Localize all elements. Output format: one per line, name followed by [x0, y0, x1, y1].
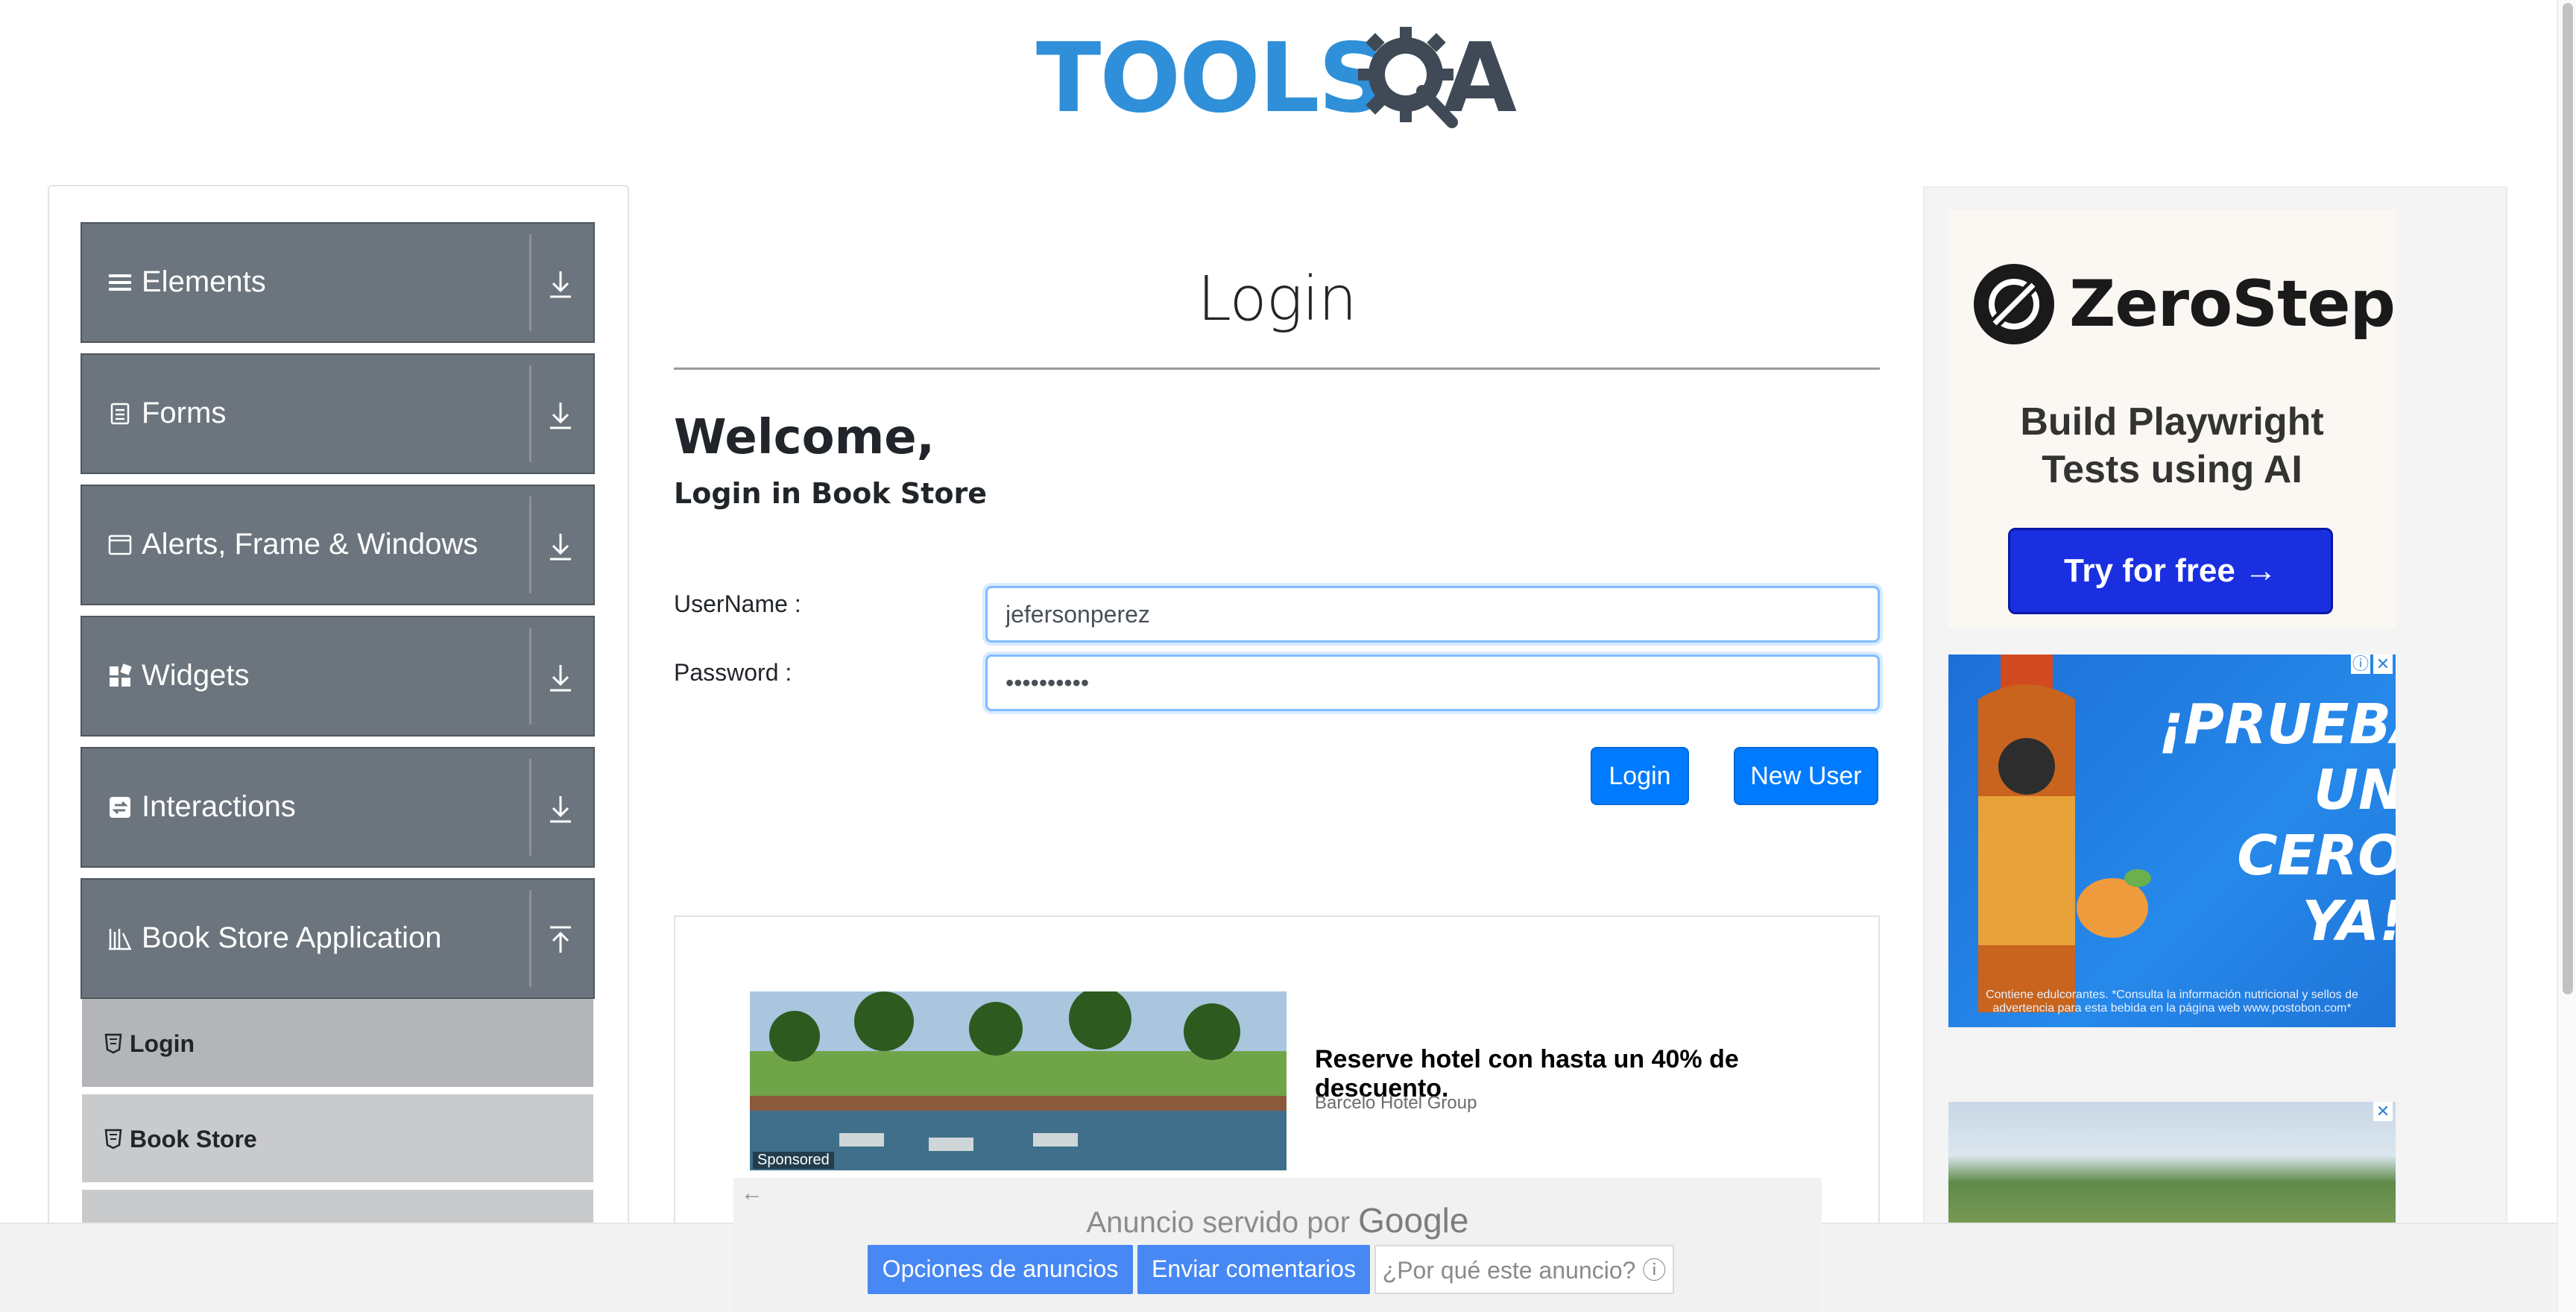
sidebar-group-widgets[interactable]: Widgets	[80, 616, 595, 737]
download-arrow-icon[interactable]	[546, 529, 575, 564]
divider	[529, 234, 531, 331]
login-subtitle: Login in Book Store	[674, 477, 987, 510]
right-ad-column: ZeroStep Build Playwright Tests using AI…	[1923, 186, 2507, 1305]
username-input[interactable]	[985, 586, 1880, 643]
interactions-icon	[110, 797, 130, 818]
login-button[interactable]: Login	[1591, 747, 1689, 805]
page-title: Login	[1197, 264, 1357, 335]
upload-arrow-icon[interactable]	[546, 923, 575, 957]
zerostep-tagline: Build Playwright Tests using AI	[2020, 400, 2324, 491]
title-divider	[674, 368, 1880, 370]
download-arrow-icon[interactable]	[546, 267, 575, 301]
password-input[interactable]	[985, 655, 1880, 711]
books-icon	[109, 929, 131, 950]
sidebar-item-label: Login	[130, 1030, 195, 1057]
new-user-button[interactable]: New User	[1734, 747, 1878, 805]
tea-ad-disclaimer: Contiene edulcorantes. *Consulta la info…	[1986, 988, 2358, 1015]
toolsqa-logo[interactable]: TOOLS A	[1036, 19, 1528, 139]
sidebar-group-label: Elements	[142, 265, 266, 298]
ad-served-by: Anuncio servido por Google	[1086, 1201, 1469, 1240]
try-for-free-button[interactable]: Try for free →	[2008, 528, 2333, 614]
tea-ad-headline: ¡PRUEBA UN CERO YA!	[2159, 693, 2396, 953]
document-icon	[110, 403, 130, 425]
download-arrow-icon[interactable]	[546, 792, 575, 826]
google-brand: Google	[1358, 1201, 1469, 1240]
widgets-icon	[110, 663, 132, 687]
divider	[529, 496, 531, 593]
sidebar-group-book-store-application[interactable]: Book Store Application	[80, 878, 595, 999]
sidebar-group-label: Book Store Application	[142, 921, 442, 954]
sidebar-group-alerts-frame-windows[interactable]: Alerts, Frame & Windows	[80, 485, 595, 605]
sidebar-group-label: Forms	[142, 397, 227, 429]
scrollbar-thumb[interactable]	[2563, 3, 2573, 994]
sidebar-item-login[interactable]: Login	[82, 999, 593, 1090]
zerostep-logo-icon	[1974, 264, 2054, 344]
sidebar-item-book-store[interactable]: Book Store	[82, 1094, 593, 1185]
welcome-heading: Welcome,	[674, 410, 935, 465]
html5-icon	[104, 1129, 122, 1149]
close-icon[interactable]: ✕	[2373, 1102, 2393, 1121]
hotel-pool-image[interactable]: Sponsored	[750, 991, 1287, 1170]
hamburger-icon	[109, 274, 131, 291]
divider	[529, 759, 531, 856]
left-sidebar: Elements Forms Alerts, Frame & Windows W…	[48, 185, 629, 1303]
download-arrow-icon[interactable]	[546, 398, 575, 432]
sidebar-group-label: Widgets	[142, 659, 250, 692]
divider	[529, 628, 531, 725]
sidebar-group-interactions[interactable]: Interactions	[80, 747, 595, 868]
divider	[529, 365, 531, 462]
ad-options-button[interactable]: Opciones de anuncios	[868, 1245, 1133, 1294]
download-arrow-icon[interactable]	[546, 660, 575, 695]
mr-tea-ad[interactable]: ¡PRUEBA UN CERO YA! Contiene edulcorante…	[1948, 655, 2396, 1027]
sidebar-group-forms[interactable]: Forms	[80, 353, 595, 474]
page-scrollbar[interactable]	[2557, 0, 2576, 1312]
hotel-pool-illustration	[750, 991, 1287, 1170]
zerostep-brand: ZeroStep	[2069, 267, 2396, 341]
html5-icon	[104, 1033, 122, 1054]
window-icon	[108, 534, 132, 555]
sidebar-group-label: Alerts, Frame & Windows	[142, 528, 479, 561]
divider	[529, 890, 531, 987]
password-label: Password :	[674, 659, 792, 686]
sidebar-group-label: Interactions	[142, 790, 296, 823]
sidebar-item-label: Book Store	[130, 1126, 257, 1152]
sidebar-group-elements[interactable]: Elements	[80, 222, 595, 343]
send-feedback-button[interactable]: Enviar comentarios	[1137, 1245, 1370, 1294]
google-ad-feedback-bar: ← Anuncio servido por Google Opciones de…	[733, 1178, 1822, 1312]
logo-letter-a: A	[1443, 23, 1518, 134]
why-this-ad-button[interactable]: ¿Por qué este anuncio? ⓘ	[1374, 1245, 1674, 1294]
sponsored-badge: Sponsored	[753, 1152, 834, 1169]
logo-text: TOOLS	[1036, 23, 1387, 134]
adchoices-icon[interactable]: ⓘ	[2351, 655, 2370, 674]
close-icon[interactable]: ✕	[2373, 655, 2393, 674]
ad-advertiser: Barcelo Hotel Group	[1315, 1093, 1477, 1113]
zerostep-ad[interactable]: ZeroStep Build Playwright Tests using AI…	[1948, 210, 2396, 628]
username-label: UserName :	[674, 590, 801, 617]
